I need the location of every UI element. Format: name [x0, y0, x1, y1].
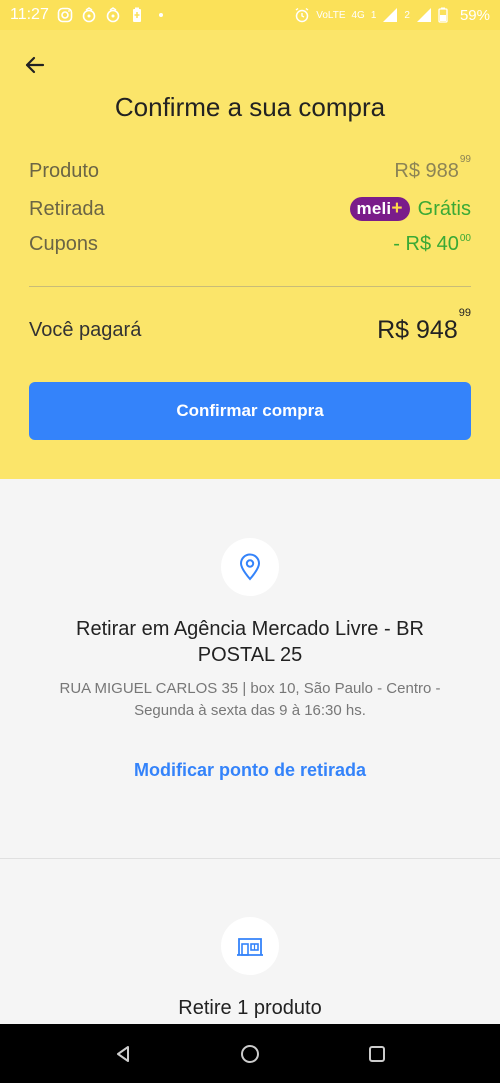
nav-home-button[interactable] — [230, 1034, 270, 1074]
total-label: Você pagará — [29, 319, 142, 341]
pickup-address: RUA MIGUEL CARLOS 35 | box 10, São Paulo… — [59, 680, 441, 719]
back-button[interactable] — [20, 50, 50, 80]
network-label: 4G — [351, 9, 365, 21]
products-count-label: Retire 1 produto — [178, 997, 322, 1019]
pickup-value: meli+ Grátis — [349, 197, 471, 221]
modify-pickup-link[interactable]: Modificar ponto de retirada — [0, 760, 500, 781]
total-value-main: R$ 948 — [377, 316, 458, 344]
pickup-free-text: Grátis — [417, 197, 471, 220]
total-value: R$ 94899 — [377, 307, 471, 345]
purchase-summary-panel: Confirme a sua compra Produto R$ 98899 R… — [0, 30, 500, 479]
sim-indicator-2: 2 — [404, 9, 410, 21]
dot-icon — [153, 7, 169, 23]
coupons-value-main: - R$ 40 — [393, 233, 459, 255]
confirm-purchase-button[interactable]: Confirmar compra — [29, 382, 471, 440]
section-divider — [0, 858, 500, 859]
product-price: R$ 98899 — [394, 154, 471, 183]
square-recents-icon — [368, 1045, 385, 1062]
meli-badge-text: meli — [356, 199, 392, 218]
store-icon — [237, 938, 263, 956]
status-bar: 11:27 VoLTE 4G 1 2 59% — [0, 0, 500, 30]
battery-saver-icon — [129, 7, 145, 23]
coupons-label: Cupons — [29, 233, 98, 255]
meli-plus-badge: meli+ — [349, 197, 410, 221]
pickup-label: Retirada — [29, 197, 105, 220]
product-row: Produto R$ 98899 — [29, 154, 471, 183]
nav-recents-button[interactable] — [357, 1034, 397, 1074]
status-time: 11:27 — [10, 6, 49, 23]
nav-back-button[interactable] — [103, 1034, 143, 1074]
notification-icon — [81, 7, 97, 23]
divider — [29, 286, 471, 287]
coupons-value: - R$ 40 00 — [393, 233, 471, 256]
sim-indicator: 1 — [370, 9, 377, 21]
notification-icon — [105, 7, 121, 23]
total-value-cents: 99 — [458, 307, 471, 319]
product-label: Produto — [29, 160, 100, 182]
meli-badge-plus: + — [391, 198, 403, 219]
product-price-cents: 99 — [459, 154, 471, 165]
status-left: 11:27 — [10, 6, 169, 24]
product-value: R$ 98899 — [394, 154, 471, 183]
total-row: Você pagará R$ 94899 — [29, 307, 471, 345]
circle-home-icon — [240, 1044, 259, 1063]
product-price-main: R$ 988 — [394, 160, 459, 182]
alarm-icon — [294, 7, 310, 23]
signal-icon — [382, 7, 398, 23]
navigation-bar — [0, 1024, 500, 1083]
store-icon-container — [221, 917, 279, 975]
battery-percent: 59% — [459, 6, 490, 24]
pickup-row: Retirada meli+ Grátis — [29, 197, 471, 221]
page-title: Confirme a sua compra — [114, 92, 386, 122]
location-pin-icon-container — [221, 538, 279, 596]
status-right: VoLTE 4G 1 2 59% — [294, 7, 490, 24]
coupons-row: Cupons - R$ 40 00 — [29, 233, 471, 256]
coupons-value-cents: 00 — [459, 233, 471, 244]
volte-label: VoLTE — [316, 9, 346, 21]
wifi-icon — [416, 7, 432, 23]
pickup-location-title: Retirar em Agência Mercado Livre - BR PO… — [76, 618, 424, 666]
instagram-icon — [57, 7, 73, 23]
battery-icon — [438, 7, 454, 23]
triangle-back-icon — [117, 1045, 130, 1062]
arrow-left-icon — [25, 56, 45, 74]
pickup-section: Retirar em Agência Mercado Livre - BR PO… — [0, 479, 500, 1024]
location-pin-icon — [239, 553, 261, 581]
